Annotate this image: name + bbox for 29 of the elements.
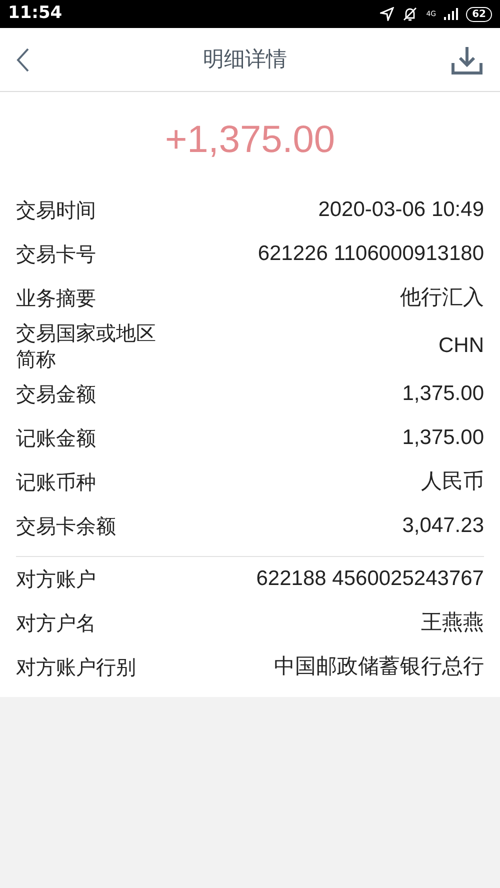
field-label: 记账金额	[16, 425, 97, 451]
signal-icon	[444, 8, 458, 20]
field-value: CHN	[438, 333, 484, 360]
field-value: 王燕燕	[421, 610, 484, 636]
battery-indicator: 62	[466, 6, 492, 22]
field-label: 交易金额	[16, 381, 97, 407]
field-value: 1,375.00	[402, 381, 484, 408]
location-icon	[380, 7, 394, 21]
field-label: 交易时间	[16, 197, 97, 223]
field-value: 中国邮政储蓄银行总行	[274, 654, 484, 680]
field-value: 他行汇入	[400, 285, 484, 312]
field-label: 业务摘要	[16, 285, 97, 311]
bell-off-icon	[402, 6, 418, 22]
field-value: 622188 4560025243767	[256, 566, 484, 592]
field-value: 621226 1106000913180	[258, 241, 484, 268]
status-time: 11:54	[8, 2, 62, 26]
field-value: 1,375.00	[402, 425, 484, 452]
field-value: 2020-03-06 10:49	[318, 197, 484, 224]
field-value: 人民币	[421, 469, 484, 496]
field-label: 对方账户行别	[16, 654, 137, 680]
field-label: 交易国家或地区简称	[16, 320, 157, 372]
field-label: 对方账户	[16, 566, 97, 592]
page-title: 明细详情	[203, 46, 287, 73]
field-label: 记账币种	[16, 469, 97, 495]
field-label: 对方户名	[16, 610, 97, 636]
amount-text: +1,375.00	[164, 118, 336, 162]
field-label: 交易卡号	[16, 241, 97, 267]
field-value: 3,047.23	[402, 513, 484, 540]
field-label: 交易卡余额	[16, 513, 117, 539]
